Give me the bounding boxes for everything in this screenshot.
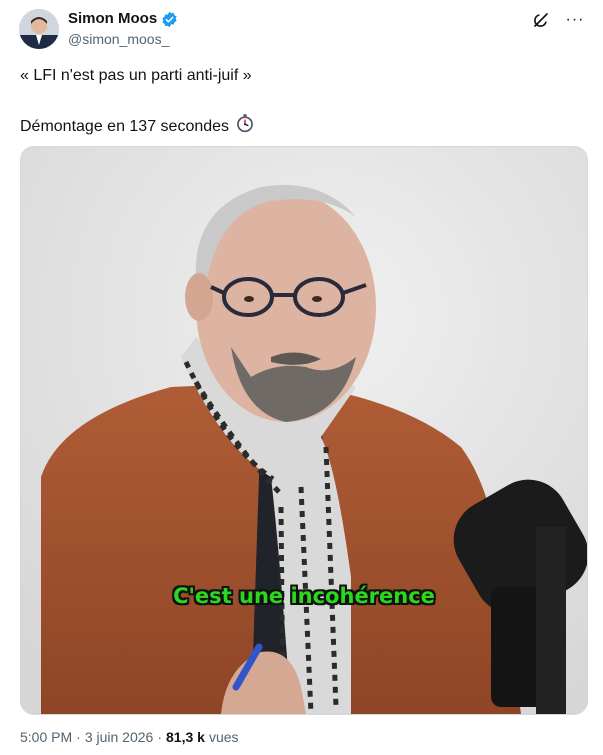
meta-separator: · <box>76 729 81 745</box>
tweet-meta: 5:00 PM · 3 juin 2026 · 81,3 k vues <box>20 728 239 746</box>
author-handle[interactable]: @simon_moos_ <box>68 30 178 48</box>
video-frame <box>21 147 587 714</box>
grok-icon[interactable] <box>531 10 551 30</box>
tweet-actions-top: ··· <box>531 10 585 30</box>
avatar[interactable] <box>19 9 59 49</box>
author-block: Simon Moos @simon_moos_ <box>68 10 178 48</box>
tweet-time[interactable]: 5:00 PM <box>20 728 72 746</box>
tweet-text-line-2: Démontage en 137 secondes <box>20 113 255 140</box>
view-label: vues <box>208 729 239 745</box>
meta-separator: · <box>157 729 162 745</box>
view-count: 81,3 k <box>166 729 205 745</box>
more-options-icon[interactable]: ··· <box>565 10 585 30</box>
tweet-text-line-2-label: Démontage en 137 secondes <box>20 117 230 135</box>
author-name[interactable]: Simon Moos <box>68 10 157 28</box>
video-player[interactable]: C'est une incohérence <box>20 146 588 715</box>
verified-badge-icon <box>161 11 178 28</box>
tweet-text-line-1: « LFI n'est pas un parti anti-juif » <box>20 67 252 84</box>
tweet-date[interactable]: 3 juin 2026 <box>85 728 154 746</box>
stopwatch-icon <box>235 113 255 140</box>
tweet-card: Simon Moos @simon_moos_ ··· « LFI n'est … <box>0 0 603 755</box>
video-caption: C'est une incohérence <box>173 584 435 608</box>
